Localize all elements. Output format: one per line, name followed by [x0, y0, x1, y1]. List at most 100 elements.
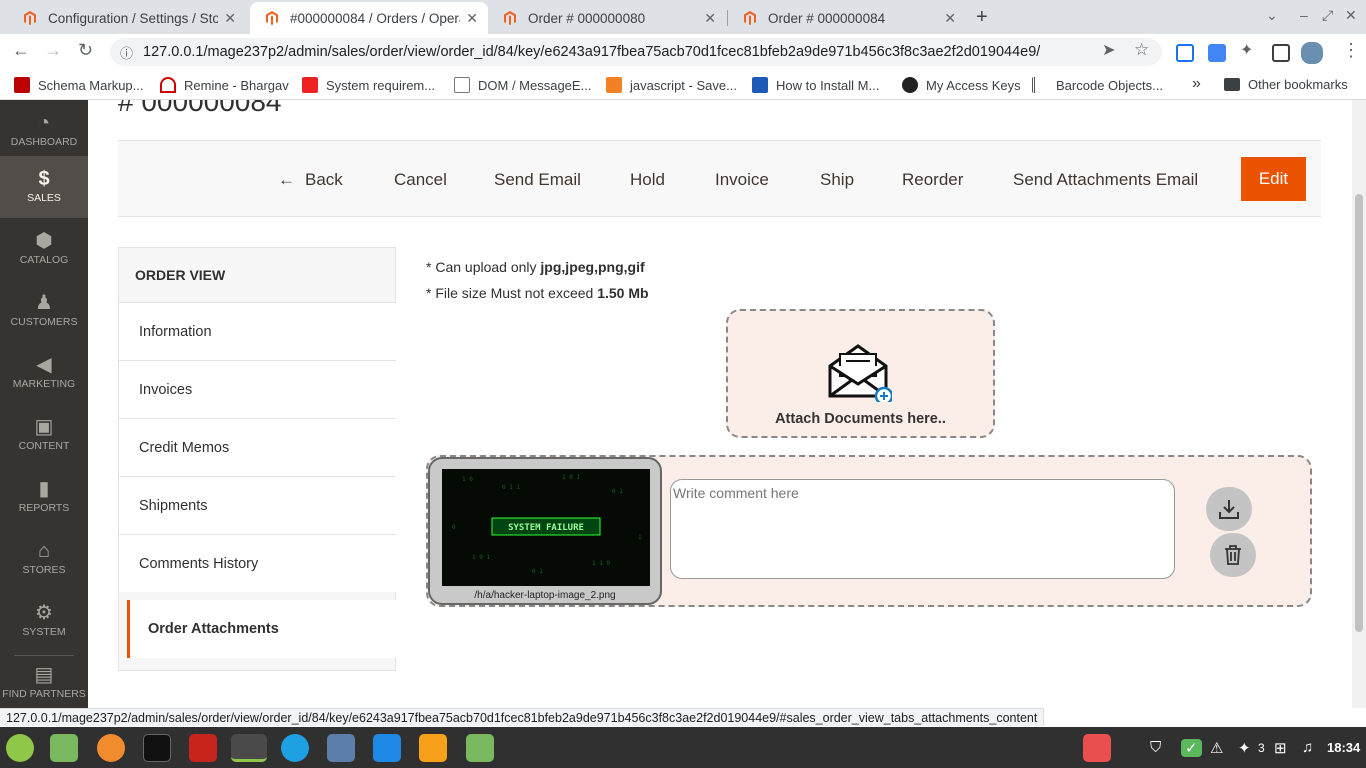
- browser-tab[interactable]: Configuration / Settings / Sto ✕: [8, 2, 246, 34]
- nav-item-dashboard[interactable]: ◔ DASHBOARD: [0, 100, 88, 162]
- ship-button[interactable]: Ship: [820, 170, 854, 190]
- close-icon[interactable]: ✕: [224, 10, 236, 27]
- attachment-comment-field[interactable]: [670, 479, 1175, 579]
- nav-item-stores[interactable]: ⌂ STORES: [0, 528, 88, 590]
- address-bar[interactable]: ⓘ 127.0.0.1/mage237p2/admin/sales/order/…: [110, 38, 1162, 66]
- info-icon[interactable]: ⓘ: [120, 43, 133, 62]
- close-icon[interactable]: ✕: [944, 10, 956, 27]
- attachment-thumbnail-card[interactable]: 1 0 0 1 1 1 0 1 0 1 1 0 1 0 1 1 1 0 0 1 SYSTEM …: [428, 457, 662, 605]
- dollar-icon: $: [38, 168, 50, 190]
- nav-item-marketing[interactable]: ◀ MARKETING: [0, 342, 88, 404]
- restore-icon[interactable]: ⤢: [1322, 7, 1333, 24]
- terminal-icon[interactable]: [143, 734, 171, 762]
- nav-item-reports[interactable]: ▮ REPORTS: [0, 466, 88, 528]
- nav-item-find-partners[interactable]: ▤ FIND PARTNERS: [0, 652, 88, 708]
- send-icon[interactable]: ➤: [1102, 40, 1115, 60]
- tab-comments-history[interactable]: Comments History: [119, 534, 396, 592]
- folder-icon: [1224, 78, 1240, 91]
- layout-icon: ▣: [34, 416, 54, 438]
- svg-text:1 1 0: 1 1 0: [592, 560, 610, 567]
- puzzle-icon[interactable]: ✦: [1240, 40, 1253, 60]
- download-button[interactable]: [1206, 487, 1252, 531]
- nav-item-customers[interactable]: ♟ CUSTOMERS: [0, 280, 88, 342]
- bookmark-item[interactable]: Remine - Bhargav: [160, 77, 289, 93]
- close-icon[interactable]: ✕: [704, 10, 716, 27]
- bookmark-item[interactable]: How to Install M...: [752, 77, 879, 93]
- new-tab-button[interactable]: +: [976, 6, 988, 29]
- nav-item-sales[interactable]: $ SALES: [0, 156, 88, 218]
- tab-order-attachments[interactable]: Order Attachments: [127, 600, 396, 658]
- trash-icon: [1225, 545, 1241, 565]
- folder-icon[interactable]: [466, 734, 494, 762]
- partners-icon: ▤: [34, 664, 54, 686]
- sidepanel-icon[interactable]: [1272, 44, 1290, 62]
- extension-f-icon[interactable]: [1208, 44, 1226, 62]
- bookmark-item[interactable]: My Access Keys: [902, 77, 1021, 93]
- close-icon[interactable]: ✕: [466, 10, 478, 27]
- bookmark-item[interactable]: DOM / MessageE...: [454, 77, 591, 93]
- other-bookmarks[interactable]: Other bookmarks: [1224, 77, 1348, 92]
- browser-tab[interactable]: Order # 000000084 ✕: [728, 2, 966, 34]
- nav-item-catalog[interactable]: ⬢ CATALOG: [0, 218, 88, 280]
- warning-icon[interactable]: ⚠: [1210, 739, 1223, 757]
- chevron-down-icon[interactable]: ⌄: [1266, 7, 1278, 24]
- delete-button[interactable]: [1210, 533, 1256, 577]
- bookmark-item[interactable]: javascript - Save...: [606, 77, 737, 93]
- back-button[interactable]: ← Back: [278, 170, 343, 190]
- browser-tab-active[interactable]: #000000084 / Orders / Opera ✕: [250, 2, 488, 34]
- tab-title: Order # 000000084: [768, 10, 886, 26]
- clock[interactable]: 18:34: [1327, 740, 1360, 755]
- files-icon[interactable]: [50, 734, 78, 762]
- scrollbar-thumb[interactable]: [1355, 194, 1363, 632]
- minimize-icon[interactable]: –: [1300, 7, 1308, 23]
- hold-button[interactable]: Hold: [630, 170, 665, 190]
- mail-icon[interactable]: [327, 734, 355, 762]
- nav-label: CONTENT: [18, 440, 70, 452]
- app-icon[interactable]: [373, 734, 401, 762]
- bookmark-item[interactable]: Schema Markup...: [14, 77, 144, 93]
- nav-item-content[interactable]: ▣ CONTENT: [0, 404, 88, 466]
- avatar[interactable]: [1301, 42, 1323, 64]
- extension-n-icon[interactable]: [1176, 44, 1194, 62]
- bookmark-item[interactable]: Barcode Objects...: [1032, 77, 1163, 93]
- reorder-button[interactable]: Reorder: [902, 170, 963, 190]
- bookmark-label: Schema Markup...: [38, 77, 144, 93]
- firefox-icon[interactable]: [97, 734, 125, 762]
- shield-icon[interactable]: ⛉: [1150, 739, 1161, 756]
- forward-arrow-icon[interactable]: →: [44, 40, 62, 61]
- kebab-menu-icon[interactable]: ⋮: [1342, 40, 1360, 61]
- notification-icon[interactable]: ✦: [1238, 739, 1251, 757]
- chrome-icon[interactable]: [231, 734, 267, 762]
- attach-dropzone[interactable]: Attach Documents here..: [726, 309, 995, 438]
- back-arrow-icon[interactable]: ←: [12, 40, 30, 61]
- tab-invoices[interactable]: Invoices: [119, 360, 396, 418]
- browser-tab[interactable]: Order # 000000080 ✕: [488, 2, 726, 34]
- tab-credit-memos[interactable]: Credit Memos: [119, 418, 396, 476]
- network-icon[interactable]: ⊞: [1274, 739, 1287, 757]
- update-check-icon[interactable]: ✓: [1181, 739, 1202, 757]
- filezilla-icon[interactable]: [189, 734, 217, 762]
- more-bookmarks-button[interactable]: »: [1192, 75, 1201, 93]
- star-icon[interactable]: ☆: [1134, 40, 1149, 60]
- send-email-button[interactable]: Send Email: [494, 170, 581, 190]
- cancel-button[interactable]: Cancel: [394, 170, 447, 190]
- edit-button[interactable]: Edit: [1241, 157, 1306, 201]
- page-scrollbar[interactable]: [1352, 100, 1366, 708]
- volume-icon[interactable]: ♫: [1302, 739, 1313, 756]
- dropzone-label: Attach Documents here..: [775, 411, 946, 427]
- nav-item-system[interactable]: ⚙ SYSTEM: [0, 590, 88, 652]
- anydesk-icon[interactable]: [1083, 734, 1111, 762]
- tab-information[interactable]: Information: [119, 302, 396, 360]
- nav-label: STORES: [22, 564, 66, 576]
- send-attachments-email-button[interactable]: Send Attachments Email: [1013, 170, 1198, 190]
- mint-menu-icon[interactable]: [6, 734, 34, 762]
- invoice-button[interactable]: Invoice: [715, 170, 769, 190]
- sublime-icon[interactable]: [419, 734, 447, 762]
- bookmark-item[interactable]: System requirem...: [302, 77, 435, 93]
- tab-shipments[interactable]: Shipments: [119, 476, 396, 534]
- gear-icon: ⚙: [35, 602, 53, 624]
- close-window-icon[interactable]: ✕: [1345, 7, 1357, 24]
- nav-label: SALES: [27, 192, 61, 204]
- skype-icon[interactable]: [281, 734, 309, 762]
- reload-icon[interactable]: ↻: [78, 40, 93, 61]
